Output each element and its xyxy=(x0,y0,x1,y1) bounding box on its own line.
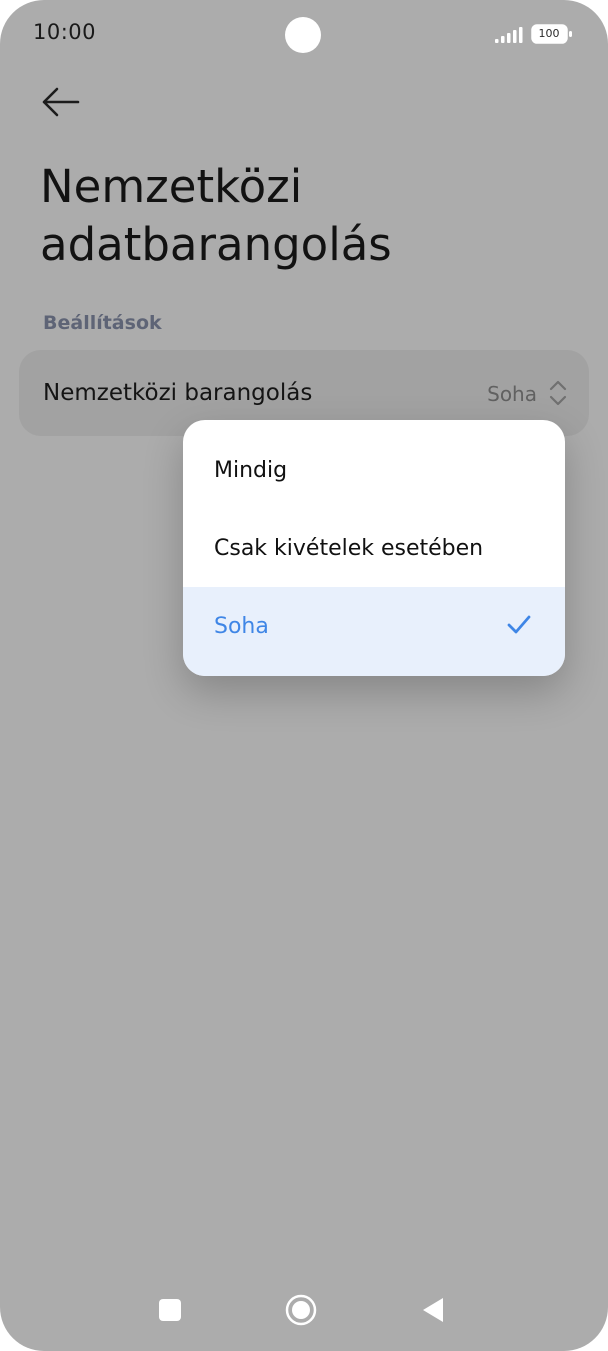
status-bar: 10:00 100 xyxy=(0,0,608,70)
page-title: Nemzetközi adatbarangolás xyxy=(40,158,580,274)
battery-level: 100 xyxy=(538,27,560,40)
recents-square-icon[interactable] xyxy=(159,1299,181,1321)
back-triangle-icon[interactable] xyxy=(421,1297,445,1323)
option-soha[interactable]: Soha xyxy=(183,587,565,676)
roaming-setting-value: Soha xyxy=(487,382,537,406)
option-label: Soha xyxy=(214,614,269,639)
chevron-up-down-icon xyxy=(549,380,567,406)
option-label: Mindig xyxy=(214,458,288,483)
option-mindig[interactable]: Mindig xyxy=(183,432,565,510)
option-csak-kivetelek[interactable]: Csak kivételek esetében xyxy=(183,510,565,588)
check-icon xyxy=(507,615,531,634)
page-title-line1: Nemzetközi xyxy=(40,160,303,213)
navigation-bar xyxy=(0,1280,608,1340)
roaming-setting-label: Nemzetközi barangolás xyxy=(43,380,313,406)
home-circle-icon[interactable] xyxy=(285,1294,317,1326)
status-time: 10:00 xyxy=(33,20,97,44)
page-title-line2: adatbarangolás xyxy=(40,218,392,271)
roaming-dropdown-menu: Mindig Csak kivételek esetében Soha xyxy=(183,420,565,676)
phone-screen: 10:00 100 Nemzetközi adatbarangolás Beál… xyxy=(0,0,608,1351)
arrow-left-icon[interactable] xyxy=(38,82,84,122)
section-header: Beállítások xyxy=(43,312,162,334)
option-label: Csak kivételek esetében xyxy=(214,536,484,561)
signal-icon xyxy=(495,27,523,43)
camera-cutout xyxy=(285,17,321,53)
